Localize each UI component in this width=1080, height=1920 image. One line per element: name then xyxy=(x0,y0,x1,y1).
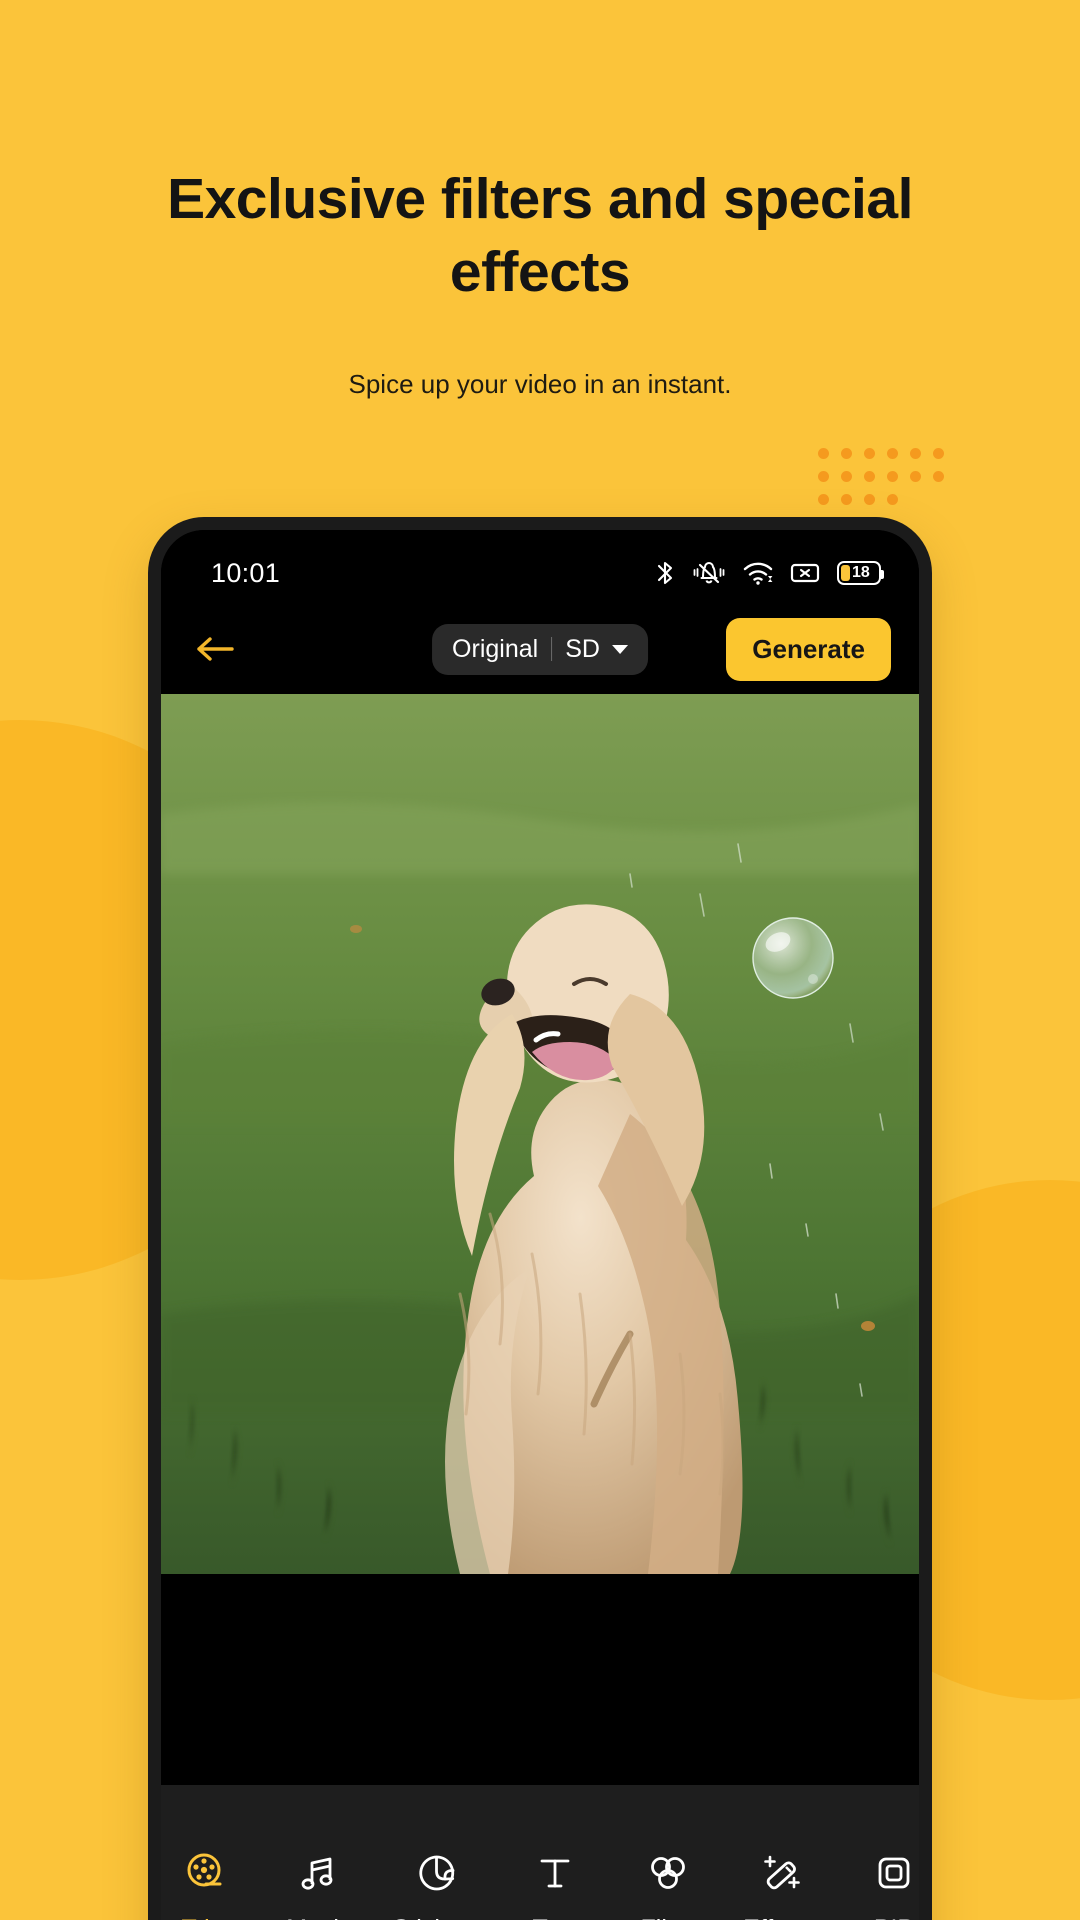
editor-toolbar-panel: Trim Music xyxy=(161,1785,919,1920)
status-icon-group: 18 xyxy=(655,560,884,586)
page-title: Exclusive filters and special effects xyxy=(167,167,913,304)
chevron-down-icon xyxy=(611,644,628,654)
arrow-left-icon xyxy=(197,637,234,661)
battery-fill xyxy=(841,565,850,581)
sticker-icon xyxy=(414,1849,460,1897)
music-note-icon xyxy=(296,1849,342,1897)
film-reel-icon xyxy=(183,1849,229,1897)
phone-screen: 10:01 18 Original SD Generate xyxy=(161,530,919,1920)
promo-page: Exclusive filters and special effects Sp… xyxy=(0,0,1080,1920)
tool-pip[interactable]: PIP xyxy=(855,1849,919,1920)
quality-secondary-label: SD xyxy=(565,634,600,663)
bluetooth-icon xyxy=(657,561,673,585)
text-t-icon xyxy=(532,1849,578,1897)
page-subtitle: Spice up your video in an instant. xyxy=(348,369,732,399)
mute-bell-icon xyxy=(693,562,725,584)
tool-label: Effects xyxy=(743,1915,819,1920)
tool-label: Text xyxy=(533,1915,579,1920)
filter-rings-icon xyxy=(645,1849,691,1897)
soap-bubble xyxy=(752,917,834,999)
tool-text[interactable]: Text xyxy=(516,1849,594,1920)
status-clock: 10:01 xyxy=(211,557,281,588)
editor-tool-list: Trim Music xyxy=(161,1849,919,1920)
back-button[interactable] xyxy=(187,621,243,677)
tool-music[interactable]: Music xyxy=(280,1849,358,1920)
cast-box-icon xyxy=(790,563,820,583)
video-preview[interactable] xyxy=(161,694,919,1574)
tool-label: Music xyxy=(286,1915,351,1920)
battery-level: 18 xyxy=(852,564,870,581)
tool-label: Filter xyxy=(641,1915,697,1920)
pip-frame-icon xyxy=(871,1849,917,1897)
battery-indicator: 18 xyxy=(837,561,884,585)
tool-filter[interactable]: Filter xyxy=(629,1849,707,1920)
phone-mockup: 10:01 18 Original SD Generate xyxy=(148,517,932,1920)
status-bar: 10:01 18 xyxy=(161,530,919,606)
tool-label: Trim xyxy=(181,1915,230,1920)
app-top-bar: Original SD Generate xyxy=(161,606,919,692)
tool-trim[interactable]: Trim xyxy=(167,1849,245,1920)
magic-wand-icon xyxy=(758,1849,804,1897)
preview-image xyxy=(161,694,919,1574)
wifi-icon xyxy=(743,562,773,585)
quality-selector[interactable]: Original SD xyxy=(432,623,648,675)
tool-stickers[interactable]: Stickers xyxy=(393,1849,482,1920)
generate-button[interactable]: Generate xyxy=(726,617,891,681)
tool-effects[interactable]: Effects xyxy=(742,1849,820,1920)
tool-label: Stickers xyxy=(393,1915,482,1920)
quality-primary-label: Original xyxy=(452,634,539,663)
tool-label: PIP xyxy=(874,1915,914,1920)
